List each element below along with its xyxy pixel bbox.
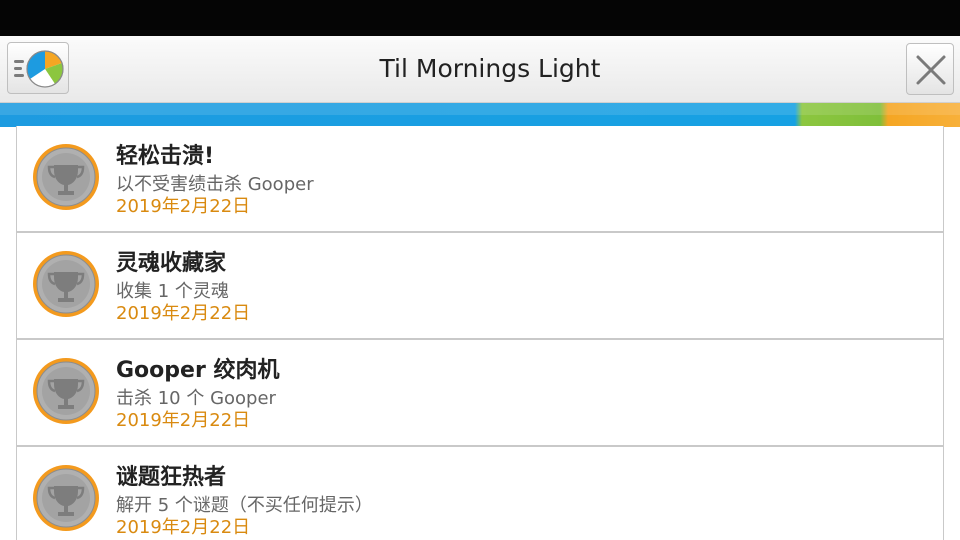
page-title: Til Mornings Light <box>379 54 601 83</box>
achievement-item[interactable]: 轻松击溃! 以不受害绩击杀 Gooper 2019年2月22日 <box>16 126 944 232</box>
achievement-title: 谜题狂热者 <box>116 465 227 490</box>
achievement-date: 2019年2月22日 <box>116 196 251 217</box>
menu-button[interactable] <box>7 42 69 94</box>
menu-logo-icon <box>14 50 64 88</box>
achievement-item[interactable]: 谜题狂热者 解开 5 个谜题（不买任何提示） 2019年2月22日 <box>16 446 944 540</box>
trophy-icon <box>33 358 99 424</box>
trophy-icon <box>33 251 99 317</box>
achievement-date: 2019年2月22日 <box>116 410 251 431</box>
achievement-item[interactable]: 灵魂收藏家 收集 1 个灵魂 2019年2月22日 <box>16 232 944 339</box>
header-bar: Til Mornings Light <box>0 36 960 103</box>
achievement-title: Gooper 绞肉机 <box>116 358 280 383</box>
achievement-date: 2019年2月22日 <box>116 303 251 324</box>
achievement-list[interactable]: 轻松击溃! 以不受害绩击杀 Gooper 2019年2月22日 灵魂收藏家 收集… <box>16 126 944 540</box>
achievement-date: 2019年2月22日 <box>116 517 251 538</box>
trophy-icon <box>33 465 99 531</box>
achievement-item[interactable]: Gooper 绞肉机 击杀 10 个 Gooper 2019年2月22日 <box>16 339 944 446</box>
achievement-title: 轻松击溃! <box>116 144 215 169</box>
status-bar <box>0 0 960 36</box>
close-icon <box>916 55 946 85</box>
accent-stripe <box>0 103 960 127</box>
trophy-icon <box>33 144 99 210</box>
achievement-title: 灵魂收藏家 <box>116 251 227 276</box>
close-button[interactable] <box>906 43 954 95</box>
